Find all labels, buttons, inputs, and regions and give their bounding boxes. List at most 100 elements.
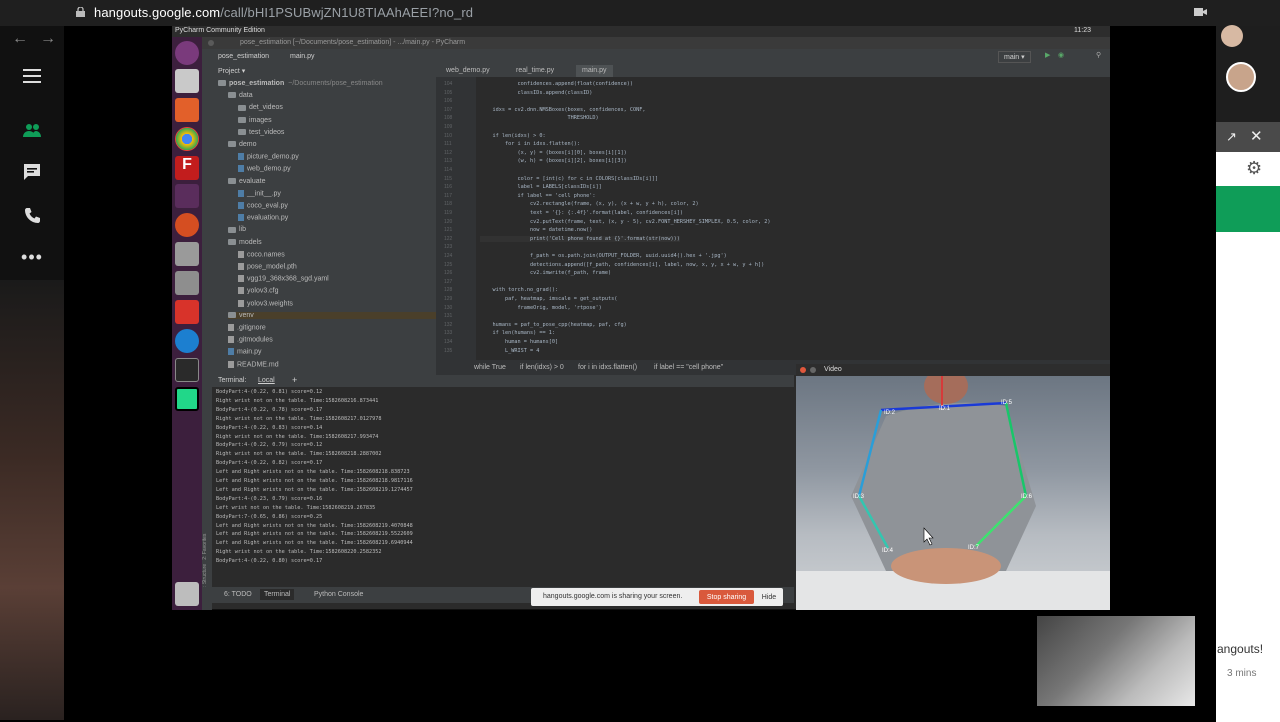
search-icon[interactable]: ⚲ bbox=[1096, 51, 1101, 59]
code-line: for i in idxs.flatten(): bbox=[480, 141, 580, 148]
crumb-for[interactable]: for i in idxs.flatten() bbox=[578, 364, 637, 371]
tree-item[interactable]: main.py bbox=[228, 348, 262, 356]
terminal-icon[interactable] bbox=[175, 358, 199, 382]
tree-item[interactable]: demo bbox=[228, 141, 257, 148]
chrome-icon[interactable] bbox=[175, 127, 199, 151]
files-icon[interactable] bbox=[175, 69, 199, 93]
debug-icon[interactable]: ◉ bbox=[1058, 51, 1064, 59]
file-icon bbox=[238, 299, 244, 307]
participant-avatar[interactable] bbox=[1226, 62, 1256, 92]
tab-real-time[interactable]: real_time.py bbox=[510, 65, 560, 77]
ubuntu-dash-icon[interactable] bbox=[175, 41, 199, 65]
pycharm-icon[interactable] bbox=[175, 387, 199, 411]
app-red-icon[interactable] bbox=[175, 300, 199, 324]
tab-main[interactable]: main.py bbox=[576, 65, 613, 77]
video-minimize-icon[interactable] bbox=[810, 367, 816, 373]
tree-item[interactable]: data bbox=[228, 92, 253, 99]
tab-web-demo[interactable]: web_demo.py bbox=[440, 65, 496, 77]
close-window-icon[interactable] bbox=[208, 40, 214, 46]
tree-item-label: pose_model.pth bbox=[247, 263, 297, 271]
tree-item[interactable]: det_videos bbox=[238, 104, 283, 111]
tree-item[interactable]: pose_model.pth bbox=[238, 263, 297, 270]
gear-icon[interactable]: ⚙ bbox=[1246, 158, 1262, 179]
terminal-line: Left and Right wrists not on the table. … bbox=[216, 478, 413, 484]
back-arrow-icon[interactable]: ← bbox=[12, 30, 28, 48]
tree-item[interactable]: picture_demo.py bbox=[238, 153, 299, 161]
joint-label-3: ID:3 bbox=[853, 494, 865, 500]
settings-icon[interactable] bbox=[175, 213, 199, 237]
trash-icon[interactable] bbox=[175, 582, 199, 606]
self-view-thumbnail[interactable] bbox=[1037, 616, 1195, 706]
tree-item[interactable]: .gitmodules bbox=[228, 336, 273, 344]
expand-icon[interactable]: ↗ bbox=[1226, 129, 1237, 145]
python-file-icon bbox=[228, 348, 234, 356]
close-icon[interactable]: ✕ bbox=[1250, 127, 1263, 145]
line-number-gutter: 104 105 106 107 108 109 110 111 112 113 114 115 116 1… bbox=[436, 77, 476, 360]
breadcrumb-file[interactable]: main.py bbox=[290, 53, 315, 60]
tree-item[interactable]: coco.names bbox=[238, 250, 285, 258]
menu-icon[interactable] bbox=[20, 64, 44, 88]
tree-item[interactable]: models bbox=[228, 239, 262, 246]
crumb-if-label[interactable]: if label == "cell phone" bbox=[654, 364, 723, 371]
run-icon[interactable]: ▶ bbox=[1045, 51, 1050, 59]
terminal-line: Left and Right wrists not on the table. … bbox=[216, 486, 413, 493]
video-close-icon[interactable] bbox=[800, 367, 806, 373]
add-terminal-icon[interactable]: + bbox=[292, 375, 297, 385]
line-number: 129 bbox=[444, 296, 453, 302]
phone-icon[interactable] bbox=[20, 203, 44, 227]
code-line: now = datetime.now() bbox=[480, 227, 593, 234]
chat-icon[interactable] bbox=[20, 160, 44, 184]
tree-item[interactable]: yolov3.weights bbox=[238, 299, 293, 307]
tree-item[interactable]: web_demo.py bbox=[238, 165, 291, 173]
tree-item-label: lib bbox=[239, 226, 247, 234]
hide-banner-button[interactable]: Hide bbox=[758, 590, 780, 604]
stop-sharing-button[interactable]: Stop sharing bbox=[699, 590, 754, 604]
filezilla-icon[interactable]: F bbox=[175, 156, 199, 180]
tree-item[interactable]: evaluate bbox=[228, 178, 265, 185]
tree-item[interactable]: __init__.py bbox=[238, 189, 281, 197]
tab-python-console[interactable]: Python Console bbox=[314, 591, 363, 598]
account-avatar[interactable] bbox=[1221, 25, 1243, 47]
tab-terminal[interactable]: Terminal bbox=[260, 589, 295, 600]
tree-item[interactable]: lib bbox=[228, 226, 246, 233]
tree-item[interactable]: evaluation.py bbox=[238, 214, 288, 222]
code-line: label = LABELS[classIDs[i]] bbox=[480, 184, 602, 191]
tree-item[interactable]: pose_estimation ~/Documents/pose_estimati… bbox=[218, 80, 383, 87]
tab-todo[interactable]: 6: TODO bbox=[224, 591, 252, 598]
teamviewer-icon[interactable] bbox=[175, 329, 199, 353]
line-number: 120 bbox=[444, 218, 453, 225]
tree-item[interactable]: yolov3.cfg bbox=[238, 287, 279, 295]
tree-item[interactable]: .gitignore bbox=[228, 324, 266, 331]
code-editor[interactable]: confidences.append(float(confidence)) cl… bbox=[476, 77, 1110, 360]
contacts-icon[interactable] bbox=[20, 118, 44, 142]
line-number: 124 bbox=[444, 253, 453, 259]
tree-item[interactable]: venv bbox=[228, 311, 436, 319]
tree-item[interactable]: test_videos bbox=[238, 129, 284, 136]
project-dropdown[interactable]: Project ▾ bbox=[218, 67, 245, 75]
breadcrumb-project[interactable]: pose_estimation bbox=[218, 53, 269, 60]
tree-item[interactable]: images bbox=[238, 117, 272, 124]
terminal-tab-local[interactable]: Local bbox=[258, 377, 275, 384]
folder-icon bbox=[238, 104, 246, 111]
software-center-icon[interactable] bbox=[175, 98, 199, 122]
run-config-select[interactable]: main ▾ bbox=[998, 51, 1031, 63]
tree-item[interactable]: coco_eval.py bbox=[238, 202, 288, 209]
line-number: 134 bbox=[444, 339, 453, 345]
camera-icon[interactable] bbox=[1194, 6, 1207, 18]
crumb-while[interactable]: while True bbox=[474, 364, 506, 371]
line-number: 133 bbox=[444, 330, 453, 337]
drive-usb-icon[interactable] bbox=[175, 271, 199, 295]
more-icon[interactable]: ••• bbox=[20, 245, 44, 269]
terminal-output[interactable]: BodyPart:4-(0.22, 0.81) score=0.12 Right … bbox=[212, 387, 794, 585]
crumb-if-idxs[interactable]: if len(idxs) > 0 bbox=[520, 364, 564, 371]
line-number: 110 bbox=[444, 132, 452, 139]
forward-arrow-icon[interactable]: → bbox=[40, 30, 56, 48]
tree-item-label: yolov3.cfg bbox=[247, 287, 279, 295]
editor-tabs: web_demo.py real_time.py main.py bbox=[436, 65, 1110, 77]
address-bar[interactable]: hangouts.google.com/call/bHI1PSUBwjZN1U8… bbox=[94, 5, 473, 20]
workspace-icon[interactable] bbox=[175, 184, 199, 208]
tree-item[interactable]: vgg19_368x368_sgd.yaml bbox=[238, 275, 329, 283]
drive-icon[interactable] bbox=[175, 242, 199, 266]
tree-item[interactable]: README.md bbox=[228, 360, 279, 368]
code-line: humans = paf_to_pose_cpp(heatmap, paf, c… bbox=[480, 321, 627, 328]
